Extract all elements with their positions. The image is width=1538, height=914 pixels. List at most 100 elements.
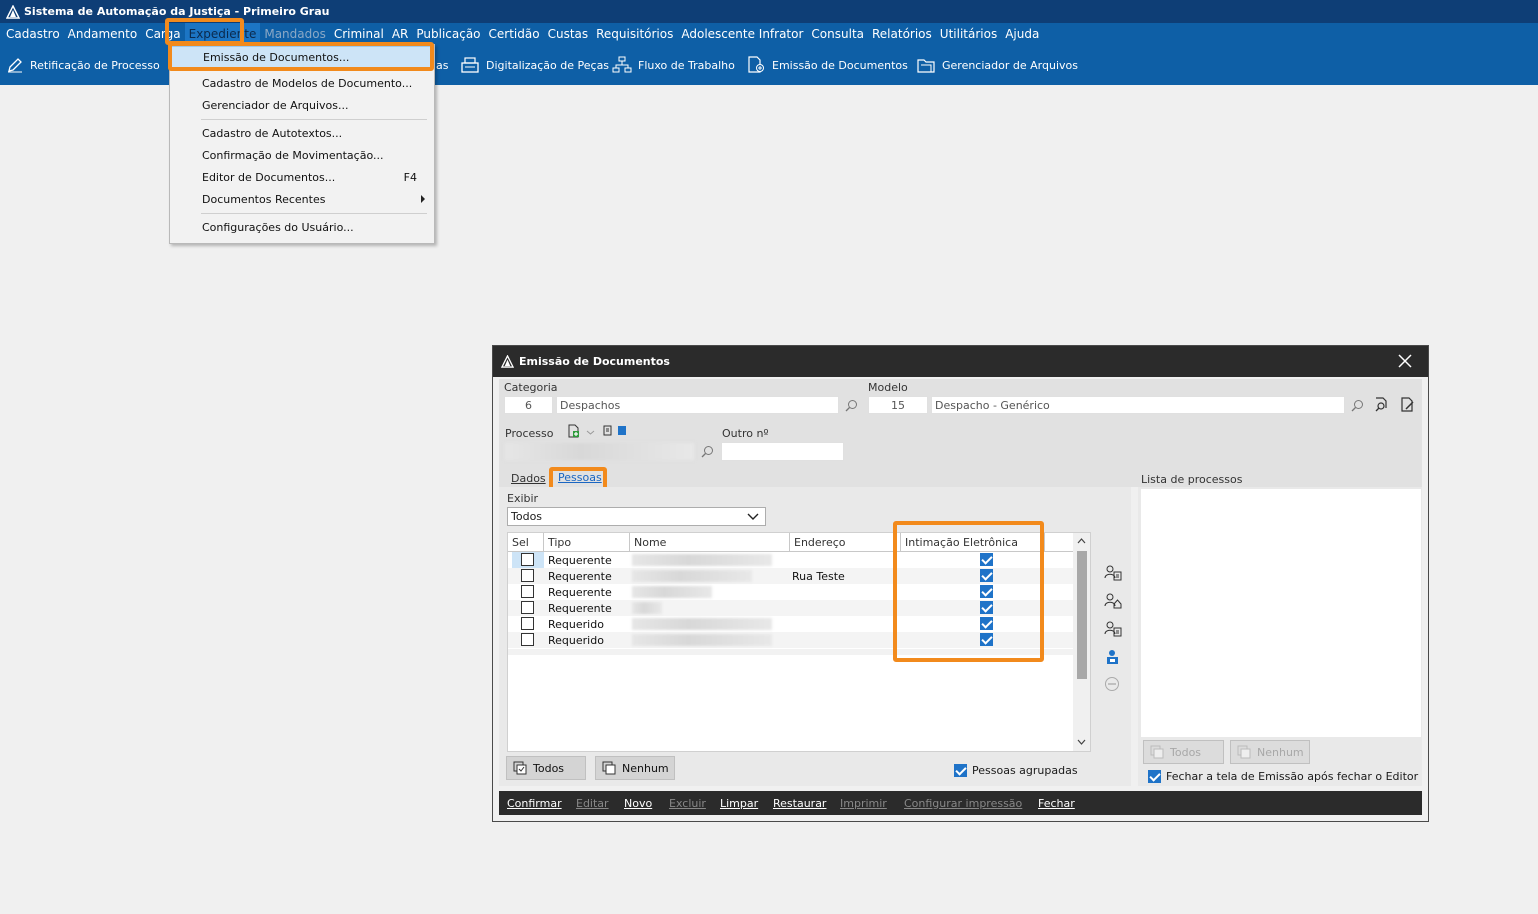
search-icon[interactable] <box>701 445 714 458</box>
menuitem-gerenciador-arquivos[interactable]: Gerenciador de Arquivos... <box>171 94 433 116</box>
remove-icon[interactable] <box>1104 676 1120 692</box>
tab-dados[interactable]: Dados <box>511 472 546 485</box>
document-edit-icon[interactable] <box>1399 396 1416 413</box>
col-header-tipo[interactable]: Tipo <box>544 533 630 551</box>
intimacao-checkbox[interactable] <box>980 553 993 566</box>
confirmar-button[interactable]: Confirmar <box>507 791 562 815</box>
retificacao-processo-button[interactable]: Retificação de Processo <box>6 45 160 85</box>
menuitem-cadastro-autotextos[interactable]: Cadastro de Autotextos... <box>171 122 433 144</box>
gerenciador-arquivos-button[interactable]: Gerenciador de Arquivos <box>916 45 1078 85</box>
menuitem-confirmacao-movimentacao[interactable]: Confirmação de Movimentação... <box>171 144 433 166</box>
table-row[interactable]: Requerido <box>508 616 1074 632</box>
row-select-checkbox[interactable] <box>521 569 534 582</box>
menu-publicacao[interactable]: Publicação <box>412 23 484 45</box>
search-icon[interactable] <box>845 399 858 412</box>
row-select-checkbox[interactable] <box>521 601 534 614</box>
limpar-button[interactable]: Limpar <box>720 791 758 815</box>
intimacao-checkbox[interactable] <box>980 601 993 614</box>
fluxo-trabalho-button[interactable]: Fluxo de Trabalho <box>612 45 735 85</box>
processo-input[interactable] <box>504 442 695 461</box>
col-header-extra <box>1045 533 1074 551</box>
excluir-button[interactable]: Excluir <box>669 791 706 815</box>
col-header-endereco[interactable]: Endereço <box>790 533 901 551</box>
modelo-name-input[interactable]: Despacho - Genérico <box>931 396 1345 414</box>
pessoas-agrupadas-toggle[interactable]: Pessoas agrupadas <box>954 764 1078 777</box>
menu-criminal[interactable]: Criminal <box>330 23 388 45</box>
header-panel <box>499 379 1422 479</box>
configurar-impressao-button[interactable]: Configurar impressão <box>904 791 1022 815</box>
menuitem-configuracoes-usuario[interactable]: Configurações do Usuário... <box>171 216 433 238</box>
emissao-documentos-button[interactable]: Emissão de Documentos <box>746 45 908 85</box>
lista-todos-button[interactable]: Todos <box>1143 740 1224 764</box>
menu-ajuda[interactable]: Ajuda <box>1001 23 1043 45</box>
menuitem-emissao-documentos[interactable]: Emissão de Documentos... <box>171 46 433 68</box>
select-none-button[interactable]: Nenhum <box>595 756 675 780</box>
grid-vertical-scrollbar[interactable] <box>1073 533 1090 751</box>
row-select-checkbox[interactable] <box>521 617 534 630</box>
menu-utilitarios[interactable]: Utilitários <box>936 23 1001 45</box>
scrollbar-thumb[interactable] <box>1077 551 1087 679</box>
intimacao-checkbox[interactable] <box>980 633 993 646</box>
document-search-icon[interactable] <box>1373 396 1390 413</box>
modelo-code-input[interactable]: 15 <box>868 396 928 414</box>
imprimir-button[interactable]: Imprimir <box>840 791 887 815</box>
pessoas-agrupadas-checkbox[interactable] <box>954 764 967 777</box>
intimacao-checkbox[interactable] <box>980 585 993 598</box>
table-row[interactable]: Requerente <box>508 600 1074 616</box>
menuitem-editor-documentos[interactable]: Editor de Documentos... F4 <box>171 166 433 188</box>
menu-mandados[interactable]: Mandados <box>260 23 330 45</box>
person-list-icon[interactable] <box>1104 620 1122 638</box>
row-select-checkbox[interactable] <box>521 553 534 566</box>
add-document-icon[interactable] <box>567 424 581 438</box>
table-row[interactable]: Requerente Rua Teste <box>508 568 1074 584</box>
row-select-checkbox[interactable] <box>521 633 534 646</box>
person-badge-icon[interactable] <box>1104 648 1122 666</box>
menu-requisitorios[interactable]: Requisitórios <box>592 23 677 45</box>
search-icon[interactable] <box>1351 399 1364 412</box>
close-icon[interactable] <box>1397 353 1413 369</box>
menu-consulta[interactable]: Consulta <box>807 23 868 45</box>
menu-ar[interactable]: AR <box>388 23 413 45</box>
document-icon[interactable] <box>603 425 614 437</box>
menu-expediente[interactable]: Expediente <box>184 23 261 45</box>
categoria-name-input[interactable]: Despachos <box>556 396 839 414</box>
toolbar-partial-button[interactable]: as <box>436 45 448 85</box>
person-add-icon[interactable] <box>1104 564 1122 582</box>
menu-custas[interactable]: Custas <box>544 23 593 45</box>
scroll-down-icon[interactable] <box>1077 739 1086 746</box>
menu-certidao[interactable]: Certidão <box>485 23 544 45</box>
fechar-button[interactable]: Fechar <box>1038 791 1075 815</box>
col-header-intimacao[interactable]: Intimação Eletrônica <box>901 533 1045 551</box>
exibir-select[interactable]: Todos <box>507 507 766 526</box>
intimacao-checkbox[interactable] <box>980 569 993 582</box>
menuitem-documentos-recentes[interactable]: Documentos Recentes <box>171 188 433 210</box>
table-row[interactable]: Requerente <box>508 584 1074 600</box>
select-all-button[interactable]: Todos <box>506 756 586 780</box>
lista-processos-list[interactable] <box>1141 489 1421 737</box>
menuitem-cadastro-modelos[interactable]: Cadastro de Modelos de Documento... <box>171 72 433 94</box>
col-header-nome[interactable]: Nome <box>630 533 790 551</box>
restaurar-button[interactable]: Restaurar <box>773 791 826 815</box>
tab-pessoas[interactable]: Pessoas <box>558 471 602 484</box>
col-header-sel[interactable]: Sel <box>508 533 544 551</box>
digitalizacao-button[interactable]: Digitalização de Peças <box>460 45 609 85</box>
table-row[interactable]: Requerente <box>508 552 1074 568</box>
row-select-checkbox[interactable] <box>521 585 534 598</box>
intimacao-checkbox[interactable] <box>980 617 993 630</box>
menu-relatorios[interactable]: Relatórios <box>868 23 936 45</box>
menu-cadastro[interactable]: Cadastro <box>2 23 64 45</box>
person-home-icon[interactable] <box>1104 592 1122 610</box>
scroll-up-icon[interactable] <box>1077 537 1086 544</box>
outro-numero-input[interactable] <box>721 442 844 461</box>
novo-button[interactable]: Novo <box>624 791 652 815</box>
lista-nenhum-button[interactable]: Nenhum <box>1230 740 1310 764</box>
categoria-code-input[interactable]: 6 <box>504 396 553 414</box>
fechar-tela-checkbox[interactable] <box>1148 770 1161 783</box>
table-row[interactable]: Requerido <box>508 632 1074 648</box>
menu-adolescente-infrator[interactable]: Adolescente Infrator <box>677 23 807 45</box>
menu-andamento[interactable]: Andamento <box>64 23 142 45</box>
menu-carga[interactable]: Carga <box>141 23 184 45</box>
chevron-down-icon[interactable] <box>586 428 595 437</box>
editar-button[interactable]: Editar <box>576 791 609 815</box>
fechar-tela-toggle[interactable]: Fechar a tela de Emissão após fechar o E… <box>1148 770 1418 783</box>
